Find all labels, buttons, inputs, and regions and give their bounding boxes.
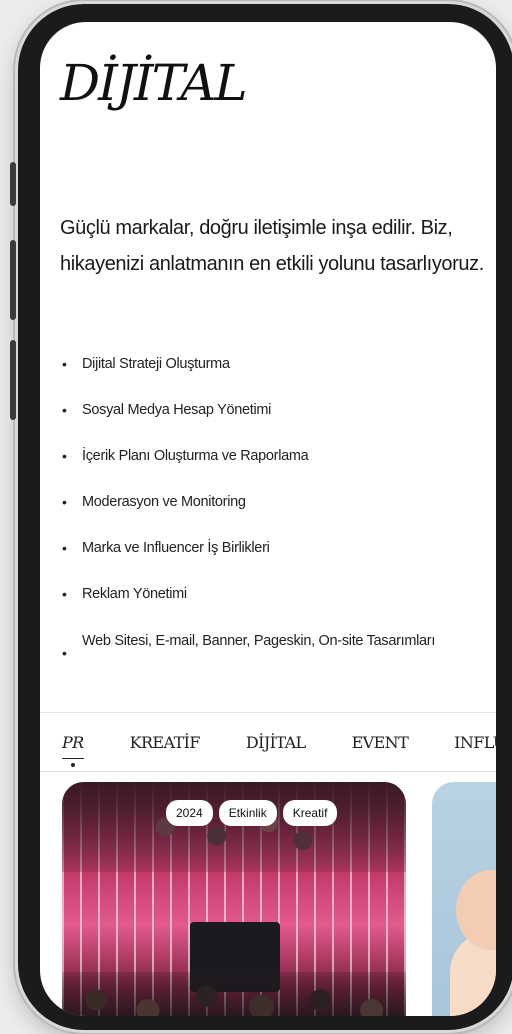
- list-item: • Moderasyon ve Monitoring: [60, 492, 480, 538]
- service-label: Dijital Strateji Oluşturma: [82, 356, 230, 372]
- bullet-icon: •: [62, 356, 67, 372]
- project-card-next[interactable]: [432, 782, 496, 1016]
- bullet-icon: •: [62, 586, 67, 602]
- tag-category: Etkinlik: [218, 800, 277, 826]
- tab-event[interactable]: EVENT: [352, 733, 409, 752]
- card-tags: 2024 Etkinlik Kreatif: [166, 800, 338, 826]
- list-item: • Web Sitesi, E-mail, Banner, Pageskin, O…: [60, 630, 480, 690]
- bullet-icon: •: [62, 645, 67, 661]
- service-label: Web Sitesi, E-mail, Banner, Pageskin, On…: [82, 633, 436, 649]
- list-item: • Reklam Yönetimi: [60, 584, 480, 630]
- bullet-icon: •: [62, 402, 67, 418]
- card-image-crowd: [62, 972, 406, 1016]
- tab-kreatif[interactable]: KREATİF: [130, 733, 201, 752]
- category-tabs: PR KREATİF DİJİTAL EVENT INFLU: [40, 712, 496, 772]
- tab-pr[interactable]: PR: [62, 733, 84, 767]
- list-item: • Sosyal Medya Hesap Yönetimi: [60, 400, 480, 446]
- tab-influencer[interactable]: INFLU: [454, 733, 496, 752]
- card-image-ceiling: [62, 782, 406, 872]
- page-logo: DİJİTAL: [60, 54, 248, 112]
- bullet-icon: •: [62, 540, 67, 556]
- volume-up-button: [10, 240, 16, 320]
- list-item: • Marka ve Influencer İş Birlikleri: [60, 538, 480, 584]
- card-image-face: [456, 870, 496, 950]
- silent-switch: [10, 162, 16, 206]
- service-label: Sosyal Medya Hesap Yönetimi: [82, 402, 272, 418]
- project-card[interactable]: 2024 Etkinlik Kreatif: [62, 782, 406, 1016]
- bullet-icon: •: [62, 448, 67, 464]
- service-label: Moderasyon ve Monitoring: [82, 494, 246, 510]
- tag-year: 2024: [166, 800, 213, 826]
- tag-type: Kreatif: [282, 800, 338, 826]
- intro-text: Güçlü markalar, doğru iletişimle inşa ed…: [60, 217, 484, 275]
- service-label: Marka ve Influencer İş Birlikleri: [82, 540, 270, 556]
- bullet-icon: •: [62, 494, 67, 510]
- list-item: • İçerik Planı Oluşturma ve Raporlama: [60, 446, 480, 492]
- service-label: Reklam Yönetimi: [82, 586, 187, 602]
- volume-down-button: [10, 340, 16, 420]
- screen: DİJİTAL Güçlü markalar, doğru iletişimle…: [40, 22, 496, 1016]
- services-list: • Dijital Strateji Oluşturma • Sosyal Medy…: [60, 354, 480, 690]
- tab-dijital[interactable]: DİJİTAL: [246, 733, 306, 752]
- list-item: • Dijital Strateji Oluşturma: [60, 354, 480, 400]
- service-label: İçerik Planı Oluşturma ve Raporlama: [82, 448, 309, 464]
